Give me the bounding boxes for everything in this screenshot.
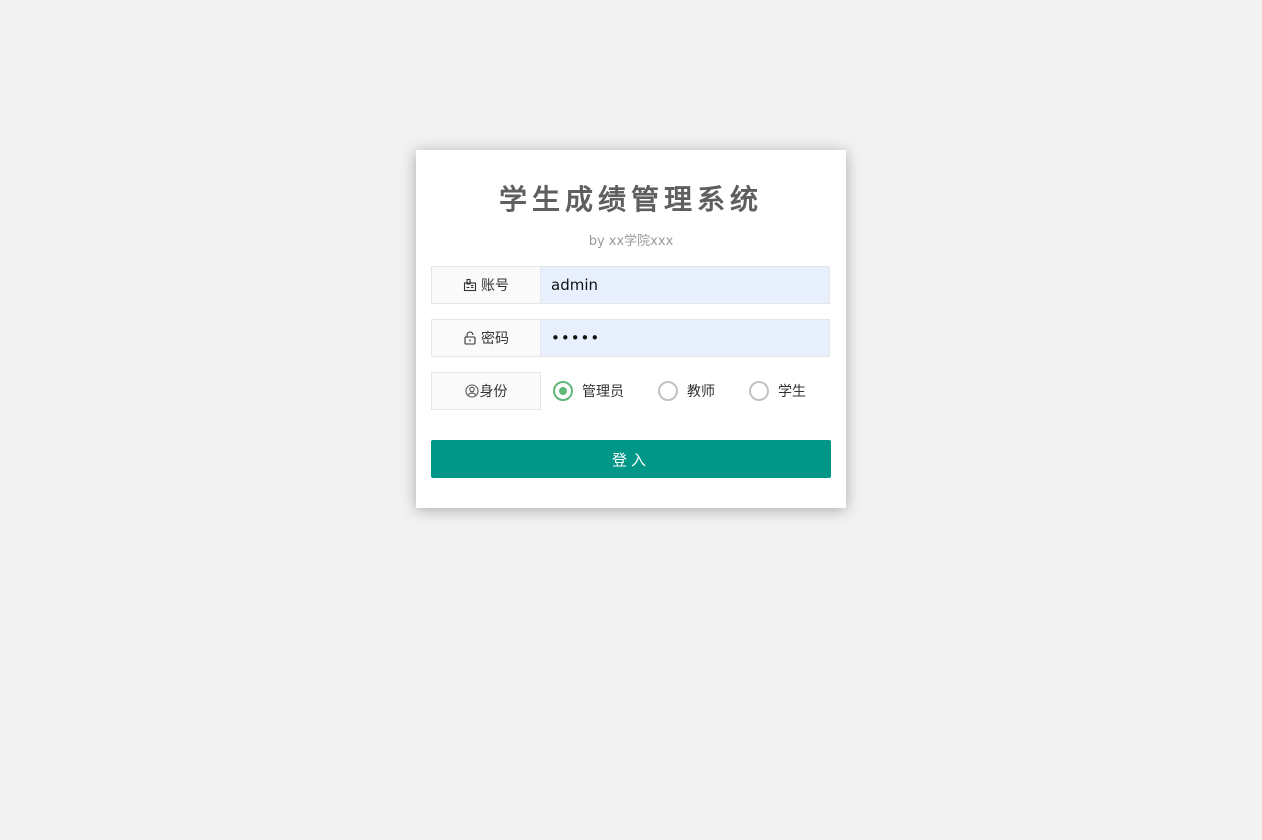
- role-option-label: 管理员: [582, 384, 624, 400]
- account-input[interactable]: [540, 266, 830, 304]
- role-row: 身份 管理员 教师 学生: [431, 372, 830, 410]
- password-row: 密码 •••••: [431, 319, 830, 357]
- role-radio-teacher[interactable]: 教师: [658, 381, 715, 401]
- role-option-label: 学生: [778, 384, 806, 400]
- page-title: 学生成绩管理系统: [498, 183, 763, 216]
- radio-unchecked-icon: [658, 381, 678, 401]
- role-radio-group: 管理员 教师 学生: [553, 372, 806, 410]
- lock-icon: [463, 331, 477, 345]
- user-circle-icon: [464, 384, 479, 398]
- role-radio-admin[interactable]: 管理员: [553, 381, 624, 401]
- role-label: 身份: [479, 384, 508, 400]
- account-label-box: 账号: [431, 266, 541, 304]
- user-card-icon: [463, 278, 477, 292]
- login-card: 学生成绩管理系统 by xx学院xxx 账号 admin 密码 ••••• 身份…: [416, 150, 846, 508]
- password-input[interactable]: •••••: [540, 319, 830, 357]
- role-radio-student[interactable]: 学生: [749, 381, 806, 401]
- page-subtitle: by xx学院xxx: [588, 234, 674, 249]
- role-label-box: 身份: [431, 372, 541, 410]
- account-label: 账号: [481, 278, 509, 294]
- password-label: 密码: [481, 331, 509, 347]
- account-row: 账号: [431, 266, 830, 304]
- radio-checked-icon: [553, 381, 573, 401]
- radio-unchecked-icon: [749, 381, 769, 401]
- login-button[interactable]: 登入: [431, 440, 831, 478]
- role-option-label: 教师: [687, 384, 715, 400]
- password-label-box: 密码: [431, 319, 541, 357]
